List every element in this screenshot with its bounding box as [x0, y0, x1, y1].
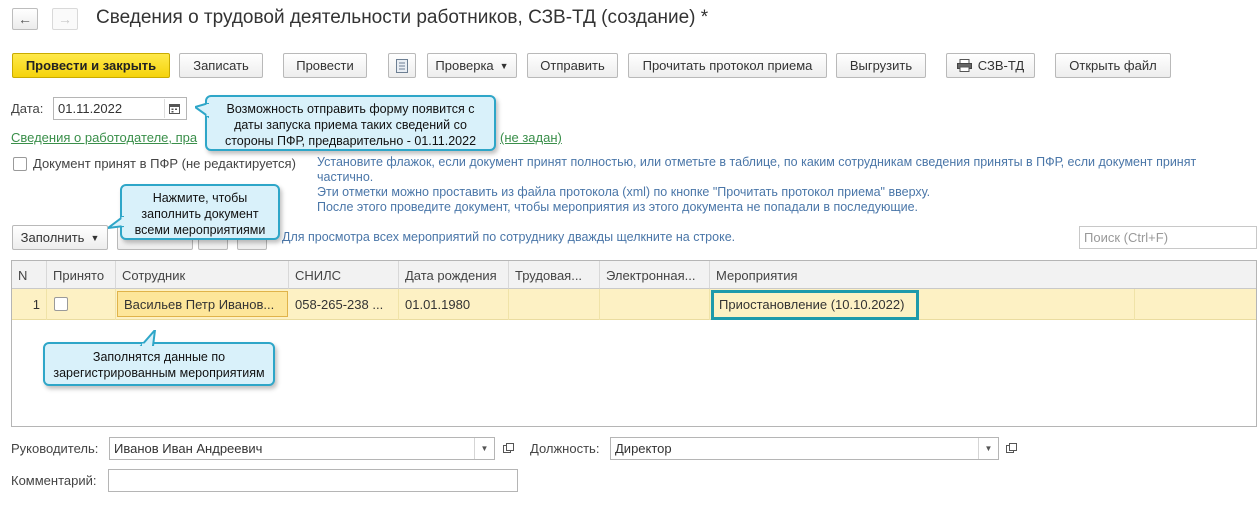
column-header-accepted[interactable]: Принято	[47, 261, 116, 289]
cell-snils: 058-265-238 ...	[289, 289, 399, 320]
chevron-down-icon[interactable]: ▼	[474, 438, 494, 459]
column-header-n[interactable]: N	[12, 261, 47, 289]
arrow-right-icon: →	[58, 11, 72, 27]
hint-line-2: частично.	[317, 170, 374, 184]
send-button[interactable]: Отправить	[527, 53, 618, 78]
cell-extra	[1135, 289, 1256, 320]
column-header-electronic[interactable]: Электронная...	[600, 261, 710, 289]
date-value: 01.11.2022	[58, 101, 123, 116]
read-protocol-button[interactable]: Прочитать протокол приема	[628, 53, 827, 78]
export-button[interactable]: Выгрузить	[836, 53, 926, 78]
position-label: Должность:	[530, 441, 600, 456]
save-button[interactable]: Записать	[179, 53, 263, 78]
forward-button[interactable]: →	[52, 8, 78, 30]
cell-n: 1	[12, 289, 47, 320]
search-input[interactable]: Поиск (Ctrl+F)	[1079, 226, 1257, 249]
employer-not-set-link[interactable]: (не задан)	[500, 130, 562, 145]
post-button[interactable]: Провести	[283, 53, 367, 78]
callout-data-text: Заполнятся данные по зарегистрированным …	[53, 350, 265, 380]
callout-data: Заполнятся данные по зарегистрированным …	[43, 330, 275, 386]
chevron-down-icon: ▼	[499, 60, 509, 71]
cell-labor	[509, 289, 600, 320]
cell-electronic	[600, 289, 710, 320]
fill-dropdown-button[interactable]: Заполнить ▼	[12, 225, 108, 250]
print-szv-button[interactable]: СЗВ-ТД	[946, 53, 1035, 78]
column-header-labor[interactable]: Трудовая...	[509, 261, 600, 289]
employer-info-link[interactable]: Сведения о работодателе, пра	[11, 130, 197, 145]
calendar-icon	[169, 104, 180, 114]
list-view-button[interactable]	[388, 53, 416, 78]
cell-events[interactable]: Приостановление (10.10.2022)	[710, 289, 1135, 320]
callout-tail	[108, 216, 124, 230]
cell-accepted	[47, 289, 116, 320]
open-file-button[interactable]: Открыть файл	[1055, 53, 1171, 78]
accepted-in-pfr-label: Документ принят в ПФР (не редактируется)	[33, 156, 296, 171]
comment-field[interactable]	[108, 469, 518, 492]
events-value: Приостановление (10.10.2022)	[711, 290, 919, 320]
arrow-left-icon: ←	[18, 11, 32, 27]
row-accepted-checkbox[interactable]	[54, 297, 68, 311]
grid-hint: Для просмотра всех мероприятий по сотруд…	[282, 230, 736, 244]
accepted-in-pfr-checkbox[interactable]	[13, 157, 27, 171]
back-button[interactable]: ←	[12, 8, 38, 30]
position-field[interactable]: Директор ▼	[610, 437, 999, 460]
head-field[interactable]: Иванов Иван Андреевич ▼	[109, 437, 495, 460]
open-window-icon	[502, 443, 514, 453]
column-header-events[interactable]: Мероприятия	[710, 261, 1256, 289]
cell-employee[interactable]: Васильев Петр Иванов...	[116, 289, 289, 320]
print-szv-label: СЗВ-ТД	[977, 58, 1025, 73]
search-placeholder: Поиск (Ctrl+F)	[1084, 230, 1169, 245]
post-and-close-button[interactable]: Провести и закрыть	[12, 53, 170, 78]
position-value: Директор	[615, 441, 672, 456]
head-label: Руководитель:	[11, 441, 99, 456]
head-open-button[interactable]	[498, 438, 518, 459]
printer-icon	[956, 59, 972, 72]
check-label: Проверка	[435, 58, 494, 73]
chevron-down-icon: ▼	[90, 232, 100, 243]
date-label: Дата:	[11, 101, 44, 116]
hint-line-3: Эти отметки можно проставить из файла пр…	[317, 185, 931, 199]
column-header-birth-date[interactable]: Дата рождения	[399, 261, 509, 289]
open-window-icon	[1005, 443, 1017, 453]
column-header-employee[interactable]: Сотрудник	[116, 261, 289, 289]
callout-fill-text: Нажмите, чтобы заполнить документ всеми …	[134, 191, 266, 237]
fill-label: Заполнить	[20, 230, 85, 245]
callout-fill: Нажмите, чтобы заполнить документ всеми …	[108, 184, 280, 240]
column-header-snils[interactable]: СНИЛС	[289, 261, 399, 289]
position-open-button[interactable]	[1001, 438, 1021, 459]
calendar-button[interactable]	[164, 99, 184, 118]
hint-line-1: Установите флажок, если документ принят …	[317, 155, 1197, 169]
chevron-down-icon[interactable]: ▼	[978, 438, 998, 459]
callout-tail	[195, 103, 209, 119]
document-list-icon	[396, 58, 408, 73]
hint-line-4: После этого проведите документ, чтобы ме…	[317, 200, 919, 214]
page-title: Сведения о трудовой деятельности работни…	[96, 7, 709, 28]
check-dropdown-button[interactable]: Проверка ▼	[427, 53, 517, 78]
callout-tail	[139, 330, 157, 346]
comment-label: Комментарий:	[11, 473, 97, 488]
employee-value: Васильев Петр Иванов...	[117, 291, 288, 317]
callout-launch-date: Возможность отправить форму появится с д…	[195, 95, 496, 151]
callout-launch-date-text: Возможность отправить форму появится с д…	[224, 102, 477, 148]
head-value: Иванов Иван Андреевич	[114, 441, 263, 456]
cell-birth-date: 01.01.1980	[399, 289, 509, 320]
